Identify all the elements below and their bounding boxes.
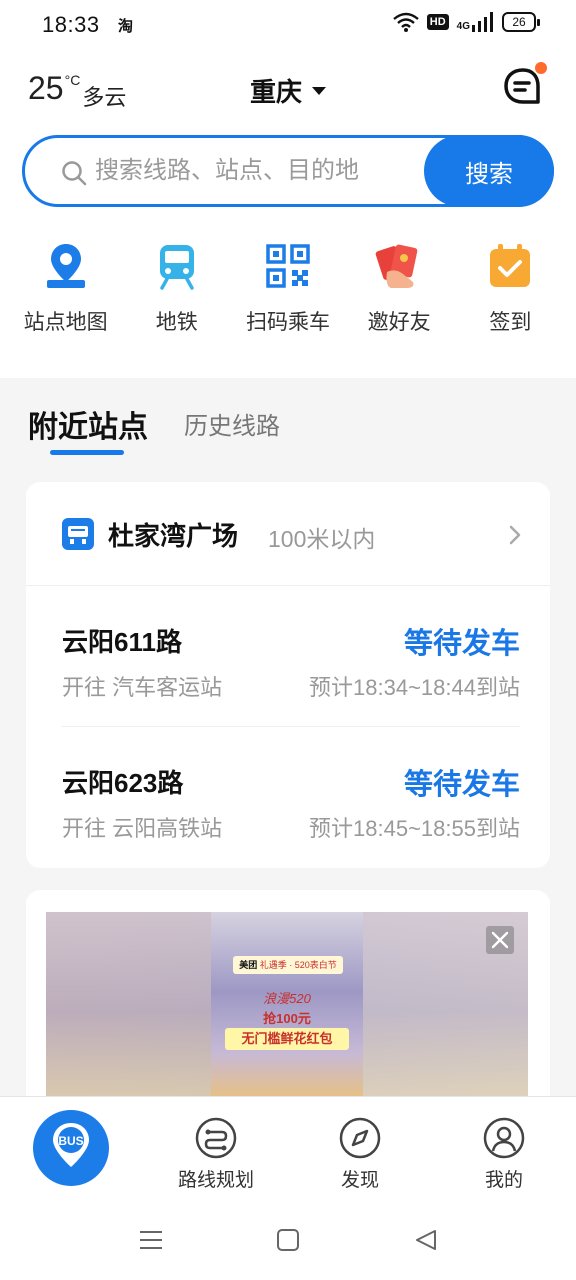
route-name: 云阳623路 (62, 768, 184, 798)
route-row[interactable]: 云阳611路 开往 汽车客运站 等待发车 预计18:34~18:44到站 (62, 586, 520, 726)
temperature-unit: °C (64, 72, 81, 88)
close-icon (491, 931, 509, 949)
route-destination: 开往 汽车客运站 (62, 675, 223, 700)
ad-card: 美团 礼遇季 · 520表白节 浪漫520 抢100元 无门槛鲜花红包 (26, 890, 550, 1110)
nav-label: 发现 (340, 1170, 379, 1191)
route-status: 等待发车 (403, 628, 520, 660)
home-square-icon[interactable] (276, 1228, 300, 1252)
temperature: 25 (28, 70, 64, 106)
route-status: 等待发车 (403, 769, 520, 801)
route-name: 云阳611路 (62, 627, 182, 657)
system-navigation-bar (0, 1206, 576, 1280)
search-input[interactable] (95, 148, 415, 194)
bus-stop-icon (62, 518, 94, 550)
quick-actions: 站点地图 地铁 扫码乘车 邀好友 签到 (0, 240, 576, 336)
ad-line-2: 抢100元 (263, 1011, 311, 1026)
quick-action-check-in[interactable]: 签到 (455, 240, 565, 336)
menu-icon[interactable] (139, 1228, 163, 1252)
top-section: 18:33 淘 HD 4G 26 25 °C 多云 重庆 搜索线路、站点、目的地… (0, 0, 576, 378)
nearby-station-card: 杜家湾广场 100米以内 云阳611路 开往 汽车客运站 等待发车 预计18:3… (26, 482, 550, 868)
bottom-navigation: BUS 路线规划 发现 我的 (0, 1096, 576, 1206)
ad-line-3: 无门槛鲜花红包 (225, 1028, 349, 1050)
nav-label: 路线规划 (177, 1170, 254, 1191)
qr-code-icon (266, 244, 310, 288)
taobao-notification-icon: 淘 (118, 18, 134, 35)
tab-active-indicator (50, 450, 124, 455)
compass-icon (339, 1117, 381, 1159)
search-button[interactable]: 搜索 (424, 135, 554, 207)
station-header[interactable]: 杜家湾广场 100米以内 (26, 482, 550, 586)
route-eta: 预计18:34~18:44到站 (309, 675, 520, 700)
quick-action-scan-ride[interactable]: 扫码乘车 (233, 240, 343, 336)
map-pin-icon (46, 244, 85, 288)
red-envelope-icon (375, 244, 418, 288)
nav-discover[interactable]: 发现 (310, 1117, 410, 1192)
back-triangle-icon[interactable] (414, 1228, 438, 1252)
weather-widget: 25 °C 多云 (28, 70, 126, 112)
weather-condition: 多云 (82, 85, 127, 110)
nav-label: 我的 (484, 1170, 523, 1191)
chevron-right-icon (509, 525, 521, 545)
message-button[interactable] (502, 62, 547, 108)
quick-action-invite-friends[interactable]: 邀好友 (344, 240, 454, 336)
quick-action-label: 扫码乘车 (245, 311, 330, 334)
caret-down-icon (312, 86, 327, 95)
metro-train-icon (159, 245, 194, 290)
ad-tagline-text: 礼遇季 · 520表白节 (259, 960, 337, 970)
route-row[interactable]: 云阳623路 开往 云阳高铁站 等待发车 预计18:45~18:55到站 (62, 727, 520, 867)
ad-close-button[interactable] (486, 926, 514, 954)
nav-route-planning[interactable]: 路线规划 (166, 1117, 266, 1192)
signal-bars-icon (472, 12, 493, 32)
wifi-icon (392, 12, 419, 32)
route-plan-icon (195, 1117, 237, 1159)
search-bar[interactable]: 搜索 (22, 135, 554, 207)
tab-nearby-stations[interactable]: 附近站点 (28, 402, 148, 446)
ad-background (46, 912, 211, 1110)
ad-brand: 美团 (239, 960, 258, 970)
tab-history-routes[interactable]: 历史线路 (184, 406, 280, 441)
search-icon (62, 161, 87, 186)
status-time: 18:33 (42, 12, 100, 37)
bus-label: BUS (58, 1134, 83, 1148)
status-bar: 18:33 淘 HD 4G 26 (0, 0, 576, 52)
city-name: 重庆 (250, 77, 303, 107)
signal-icon: 4G (457, 12, 494, 32)
quick-action-label: 地铁 (155, 311, 198, 334)
route-eta: 预计18:45~18:55到站 (309, 816, 520, 841)
quick-action-label: 签到 (489, 311, 532, 334)
ad-banner[interactable]: 美团 礼遇季 · 520表白节 浪漫520 抢100元 无门槛鲜花红包 (46, 912, 528, 1110)
nav-bus-home[interactable]: BUS (32, 1109, 110, 1187)
ad-image: 美团 礼遇季 · 520表白节 浪漫520 抢100元 无门槛鲜花红包 (211, 912, 363, 1110)
battery-icon: 26 (502, 12, 540, 32)
station-tabs: 附近站点 历史线路 (0, 400, 576, 460)
nav-mine[interactable]: 我的 (454, 1117, 554, 1192)
ad-line-1: 浪漫520 (263, 991, 311, 1006)
station-distance: 100米以内 (268, 526, 376, 552)
quick-action-label: 站点地图 (23, 311, 108, 334)
route-destination: 开往 云阳高铁站 (62, 816, 223, 841)
quick-action-metro[interactable]: 地铁 (122, 240, 232, 336)
ad-tagline: 美团 礼遇季 · 520表白节 (233, 956, 343, 974)
hd-icon: HD (426, 14, 449, 30)
notification-dot (535, 62, 547, 74)
bus-pin-icon: BUS (33, 1110, 109, 1186)
network-type: 4G (456, 21, 470, 32)
status-icons: HD 4G 26 (392, 12, 540, 32)
calendar-check-icon (490, 244, 531, 287)
quick-action-label: 邀好友 (367, 311, 431, 334)
city-selector[interactable]: 重庆 (250, 72, 327, 109)
user-profile-icon (483, 1117, 525, 1159)
quick-action-station-map[interactable]: 站点地图 (11, 240, 121, 336)
station-name: 杜家湾广场 (108, 521, 239, 551)
